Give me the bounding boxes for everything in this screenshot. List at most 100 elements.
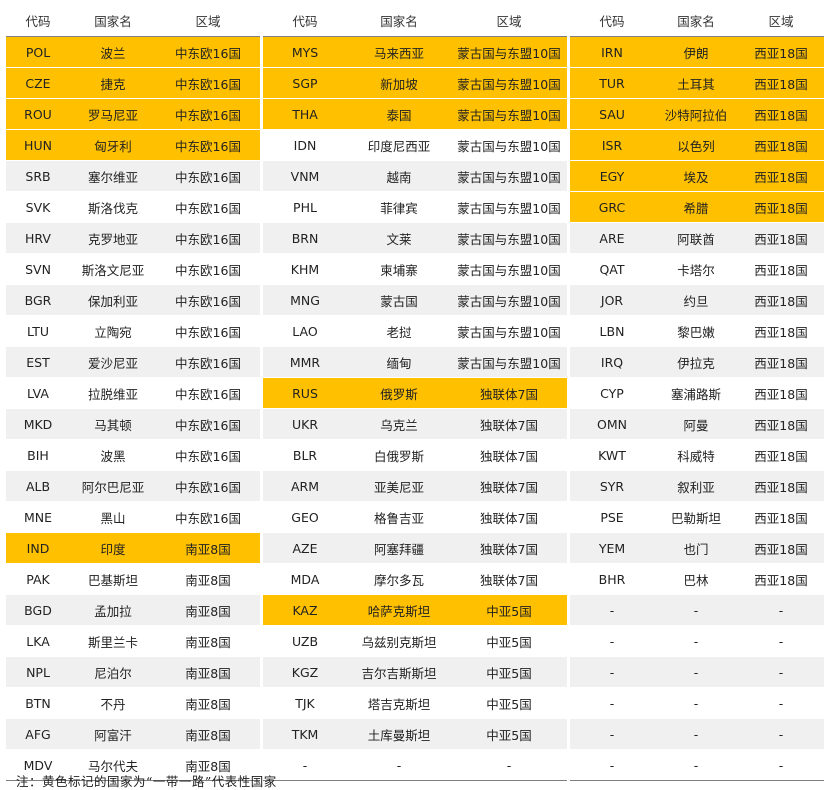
- table-row: BGD 孟加拉 南亚8国: [6, 594, 260, 626]
- table-row: AFG 阿富汗 南亚8国: [6, 718, 260, 750]
- cell-name: 爱沙尼亚: [70, 346, 156, 378]
- cell-name: 格鲁吉亚: [347, 501, 451, 533]
- country-table: 代码 国家名 区域 POL 波兰 中东欧16国 CZE 捷克 中东欧16国 ROU 罗马尼亚 中东欧1…: [6, 4, 260, 781]
- cell-region: 中东欧16国: [156, 377, 260, 409]
- cell-region: 中亚5国: [451, 625, 567, 657]
- table-row: BIH 波黑 中东欧16国: [6, 439, 260, 471]
- cell-name: 波黑: [70, 439, 156, 471]
- cell-name: 尼泊尔: [70, 656, 156, 688]
- header-region: 区域: [451, 4, 567, 37]
- country-table: 代码 国家名 区域 IRN 伊朗 西亚18国 TUR 土耳其 西亚18国 SAU 沙特阿拉伯 西亚18…: [570, 4, 824, 781]
- cell-code: LVA: [6, 377, 70, 409]
- cell-code: SGP: [263, 67, 347, 99]
- cell-code: KWT: [570, 439, 654, 471]
- cell-name: 约旦: [654, 284, 738, 316]
- table-row: LAO 老挝 蒙古国与东盟10国: [263, 315, 567, 347]
- cell-name: 伊朗: [654, 36, 738, 68]
- table-row: BHR 巴林 西亚18国: [570, 563, 824, 595]
- cell-code: PHL: [263, 191, 347, 223]
- header-row: 代码 国家名 区域: [263, 4, 567, 37]
- cell-name: -: [654, 687, 738, 719]
- table-row: LKA 斯里兰卡 南亚8国: [6, 625, 260, 657]
- cell-region: 中东欧16国: [156, 98, 260, 130]
- cell-region: 蒙古国与东盟10国: [451, 222, 567, 254]
- cell-name: 立陶宛: [70, 315, 156, 347]
- cell-name: 马其顿: [70, 408, 156, 440]
- cell-code: SVK: [6, 191, 70, 223]
- cell-region: 中东欧16国: [156, 315, 260, 347]
- cell-region: -: [451, 749, 567, 781]
- cell-name: 哈萨克斯坦: [347, 594, 451, 626]
- cell-region: 蒙古国与东盟10国: [451, 36, 567, 68]
- table-group-2: 代码 国家名 区域 MYS 马来西亚 蒙古国与东盟10国 SGP 新加坡 蒙古国与东盟10国 TH…: [263, 4, 567, 781]
- header-region: 区域: [156, 4, 260, 37]
- cell-region: 蒙古国与东盟10国: [451, 129, 567, 161]
- table-row: EGY 埃及 西亚18国: [570, 160, 824, 192]
- table-row: UZB 乌兹别克斯坦 中亚5国: [263, 625, 567, 657]
- cell-name: -: [654, 749, 738, 781]
- cell-region: 西亚18国: [738, 346, 824, 378]
- cell-code: AZE: [263, 532, 347, 564]
- cell-region: 中东欧16国: [156, 191, 260, 223]
- cell-code: IRQ: [570, 346, 654, 378]
- table-row: MDA 摩尔多瓦 独联体7国: [263, 563, 567, 595]
- header-row: 代码 国家名 区域: [570, 4, 824, 37]
- cell-region: 西亚18国: [738, 129, 824, 161]
- cell-code: IRN: [570, 36, 654, 68]
- cell-name: 巴勒斯坦: [654, 501, 738, 533]
- table-row: QAT 卡塔尔 西亚18国: [570, 253, 824, 285]
- cell-name: 泰国: [347, 98, 451, 130]
- cell-code: -: [570, 656, 654, 688]
- cell-region: 中东欧16国: [156, 501, 260, 533]
- cell-region: 南亚8国: [156, 656, 260, 688]
- table-row: MNE 黑山 中东欧16国: [6, 501, 260, 533]
- table-row: UKR 乌克兰 独联体7国: [263, 408, 567, 440]
- header-name: 国家名: [70, 4, 156, 37]
- table-row: ROU 罗马尼亚 中东欧16国: [6, 98, 260, 130]
- cell-name: 印度尼西亚: [347, 129, 451, 161]
- table-group-3: 代码 国家名 区域 IRN 伊朗 西亚18国 TUR 土耳其 西亚18国 SAU 沙特阿拉伯 西亚18…: [570, 4, 824, 781]
- cell-name: 不丹: [70, 687, 156, 719]
- table-row: ---: [570, 656, 824, 688]
- cell-name: 阿塞拜疆: [347, 532, 451, 564]
- cell-region: 南亚8国: [156, 718, 260, 750]
- table-row: MYS 马来西亚 蒙古国与东盟10国: [263, 36, 567, 68]
- table-row: SRB 塞尔维亚 中东欧16国: [6, 160, 260, 192]
- cell-region: 中亚5国: [451, 656, 567, 688]
- table-row: LVA 拉脱维亚 中东欧16国: [6, 377, 260, 409]
- cell-code: NPL: [6, 656, 70, 688]
- table-row: IDN 印度尼西亚 蒙古国与东盟10国: [263, 129, 567, 161]
- cell-code: TJK: [263, 687, 347, 719]
- table-row: IRN 伊朗 西亚18国: [570, 36, 824, 68]
- cell-name: 新加坡: [347, 67, 451, 99]
- cell-name: 俄罗斯: [347, 377, 451, 409]
- table-row: BTN 不丹 南亚8国: [6, 687, 260, 719]
- table-row: LBN 黎巴嫩 西亚18国: [570, 315, 824, 347]
- cell-name: 斯洛伐克: [70, 191, 156, 223]
- cell-name: 阿尔巴尼亚: [70, 470, 156, 502]
- cell-name: 科威特: [654, 439, 738, 471]
- cell-name: -: [654, 656, 738, 688]
- cell-code: -: [570, 718, 654, 750]
- cell-name: 白俄罗斯: [347, 439, 451, 471]
- cell-region: 独联体7国: [451, 470, 567, 502]
- cell-region: 西亚18国: [738, 253, 824, 285]
- cell-name: 罗马尼亚: [70, 98, 156, 130]
- cell-region: 中东欧16国: [156, 222, 260, 254]
- table-row: SVK 斯洛伐克 中东欧16国: [6, 191, 260, 223]
- table-row: KWT 科威特 西亚18国: [570, 439, 824, 471]
- cell-code: CZE: [6, 67, 70, 99]
- cell-code: EST: [6, 346, 70, 378]
- cell-region: 西亚18国: [738, 532, 824, 564]
- cell-name: 埃及: [654, 160, 738, 192]
- table-row: BLR 白俄罗斯 独联体7国: [263, 439, 567, 471]
- table-row: GRC 希腊 西亚18国: [570, 191, 824, 223]
- table-row: PSE 巴勒斯坦 西亚18国: [570, 501, 824, 533]
- cell-code: MMR: [263, 346, 347, 378]
- table-row: SYR 叙利亚 西亚18国: [570, 470, 824, 502]
- cell-name: 拉脱维亚: [70, 377, 156, 409]
- cell-name: 阿富汗: [70, 718, 156, 750]
- cell-name: 蒙古国: [347, 284, 451, 316]
- table-row: IND 印度 南亚8国: [6, 532, 260, 564]
- cell-region: 西亚18国: [738, 501, 824, 533]
